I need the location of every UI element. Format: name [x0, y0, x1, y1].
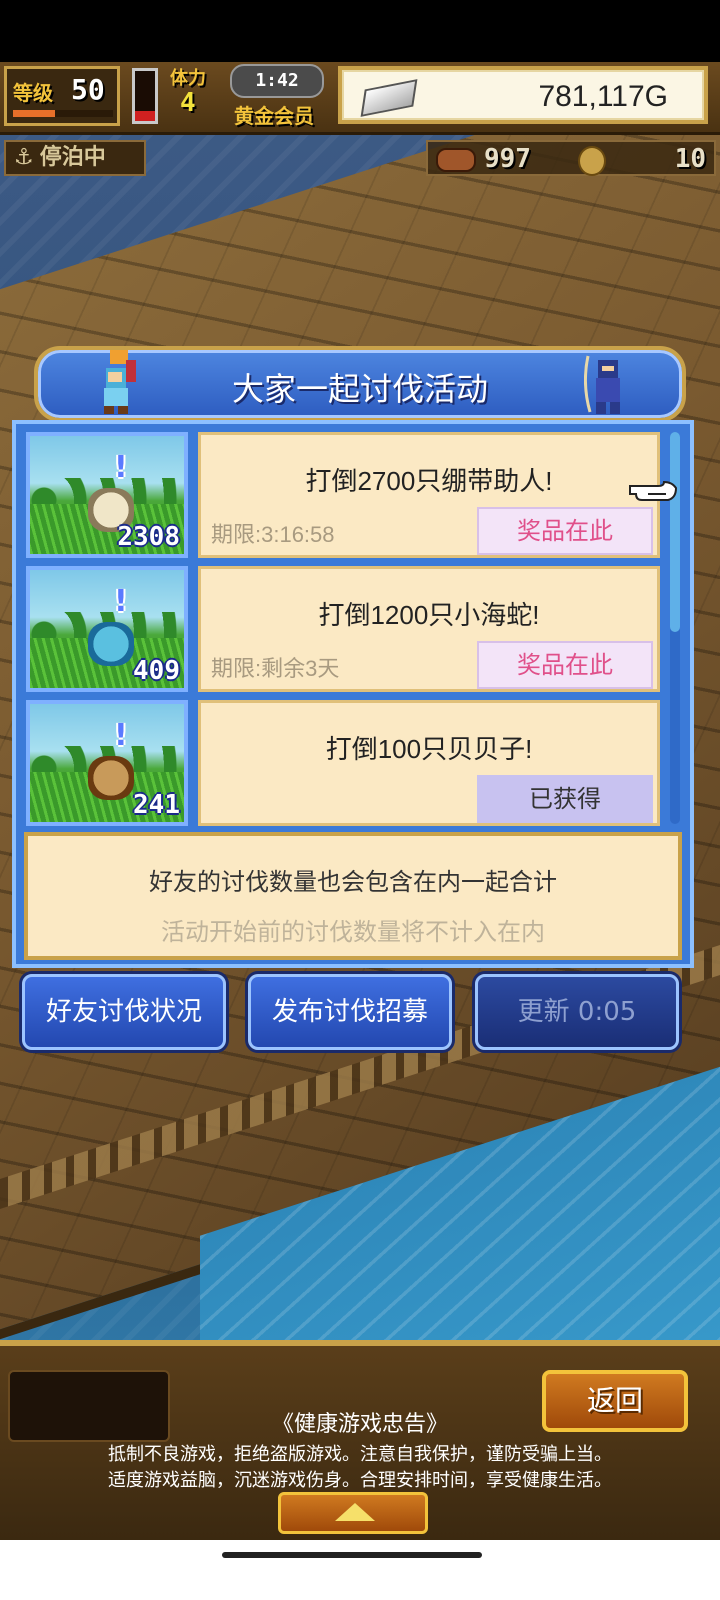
mission-thumbnail: ! 409 [26, 566, 188, 692]
medal-icon [578, 146, 606, 176]
mission-row: ! 2308 打倒2700只绷带助人! 期限:3:16:58 奖品在此 [22, 430, 660, 560]
pointing-hand-icon [629, 480, 678, 501]
refresh-button[interactable]: 更新 0:05 [475, 974, 679, 1050]
mission-deadline: 期限:剩余3天 [211, 656, 340, 681]
expand-menu-button[interactable] [278, 1492, 428, 1534]
ninja-archer-sprite-icon [584, 355, 620, 414]
food-count: 997 [484, 144, 531, 174]
mission-title: 打倒1200只小海蛇! [318, 600, 540, 630]
stamina-gauge-fill [135, 111, 155, 121]
hunt-event-dialog: ! 2308 打倒2700只绷带助人! 期限:3:16:58 奖品在此 ! 40… [12, 420, 694, 968]
info-sub-text: 活动开始前的讨伐数量将不计入在内 [161, 919, 545, 946]
health-advice-line: 适度游戏益脑，沉迷游戏伤身。合理安排时间，享受健康生活。 [108, 1470, 612, 1490]
post-hunt-recruit-button[interactable]: 发布讨伐招募 [248, 974, 452, 1050]
friends-hunt-status-button[interactable]: 好友讨伐状况 [22, 974, 226, 1050]
level-progress-bar [13, 110, 113, 117]
silver-bar-icon [360, 79, 418, 117]
anchor-icon: ⚓ [14, 145, 34, 170]
stamina-label: 体力 [170, 68, 206, 89]
prize-button[interactable]: 奖品在此 [477, 641, 653, 689]
info-panel: 好友的讨伐数量也会包含在内一起合计 活动开始前的讨伐数量将不计入在内 [24, 832, 682, 960]
stamina-gauge [132, 68, 158, 124]
stamina-value: 4 [180, 88, 196, 118]
medal-count: 10 [674, 144, 706, 174]
game-screen: 等级 50 体力 4 1:42 黄金会员 781,117G ⚓ 停泊中 997 1… [0, 0, 720, 1600]
exclamation-icon: ! [114, 584, 128, 619]
defeat-count: 241 [133, 790, 180, 820]
up-arrow-icon [335, 1503, 375, 1521]
health-advice-title: 《健康游戏忠告》 [271, 1411, 448, 1436]
dialog-header: 大家一起讨伐活动 [34, 346, 686, 422]
mission-deadline: 期限:3:16:58 [211, 522, 335, 547]
level-value: 50 [71, 73, 105, 106]
stamina-timer: 1:42 [230, 64, 324, 98]
obtained-label: 已获得 [477, 775, 653, 823]
mission-title: 打倒100只贝贝子! [325, 734, 533, 764]
mission-row: ! 409 打倒1200只小海蛇! 期限:剩余3天 奖品在此 [22, 564, 660, 694]
level-progress-fill [13, 110, 55, 117]
sea-snake-monster-icon [88, 622, 134, 666]
membership-badge[interactable]: 黄金会员 [234, 100, 314, 129]
money-display[interactable]: 781,117G [338, 66, 708, 124]
health-advice-line: 抵制不良游戏，拒绝盗版游戏。注意自我保护，谨防受骗上当。 [108, 1444, 612, 1464]
money-value: 781,117G [538, 80, 668, 113]
port-status-label: 停泊中 [39, 145, 106, 170]
level-label: 等级 [13, 81, 53, 105]
home-indicator[interactable] [222, 1552, 482, 1558]
mission-card: 打倒2700只绷带助人! 期限:3:16:58 奖品在此 [198, 432, 660, 558]
defeat-count: 2308 [117, 522, 180, 552]
bottom-bar: 返回 《健康游戏忠告》 抵制不良游戏，拒绝盗版游戏。注意自我保护，谨防受骗上当。… [0, 1340, 720, 1546]
mission-card: 打倒1200只小海蛇! 期限:剩余3天 奖品在此 [198, 566, 660, 692]
exclamation-icon: ! [114, 450, 128, 485]
top-hud: 等级 50 体力 4 1:42 黄金会员 781,117G [0, 62, 720, 135]
info-main-text: 好友的讨伐数量也会包含在内一起合计 [149, 869, 557, 896]
mission-title: 打倒2700只绷带助人! [305, 466, 553, 496]
level-box: 等级 50 [4, 66, 120, 126]
prize-button[interactable]: 奖品在此 [477, 507, 653, 555]
shellfish-monster-icon [88, 756, 134, 800]
status-hud: ⚓ 停泊中 997 10 [0, 136, 720, 182]
food-icon [436, 148, 476, 172]
system-nav-area [0, 1540, 720, 1600]
port-status-badge: ⚓ 停泊中 [4, 140, 146, 176]
mission-thumbnail: ! 241 [26, 700, 188, 826]
exclamation-icon: ! [114, 718, 128, 753]
mission-card: 打倒100只贝贝子! 已获得 [198, 700, 660, 826]
mission-row: ! 241 打倒100只贝贝子! 已获得 [22, 698, 660, 828]
resource-bar: 997 10 [426, 140, 716, 176]
scrollbar-thumb[interactable] [670, 432, 680, 632]
defeat-count: 409 [133, 656, 180, 686]
mission-thumbnail: ! 2308 [26, 432, 188, 558]
